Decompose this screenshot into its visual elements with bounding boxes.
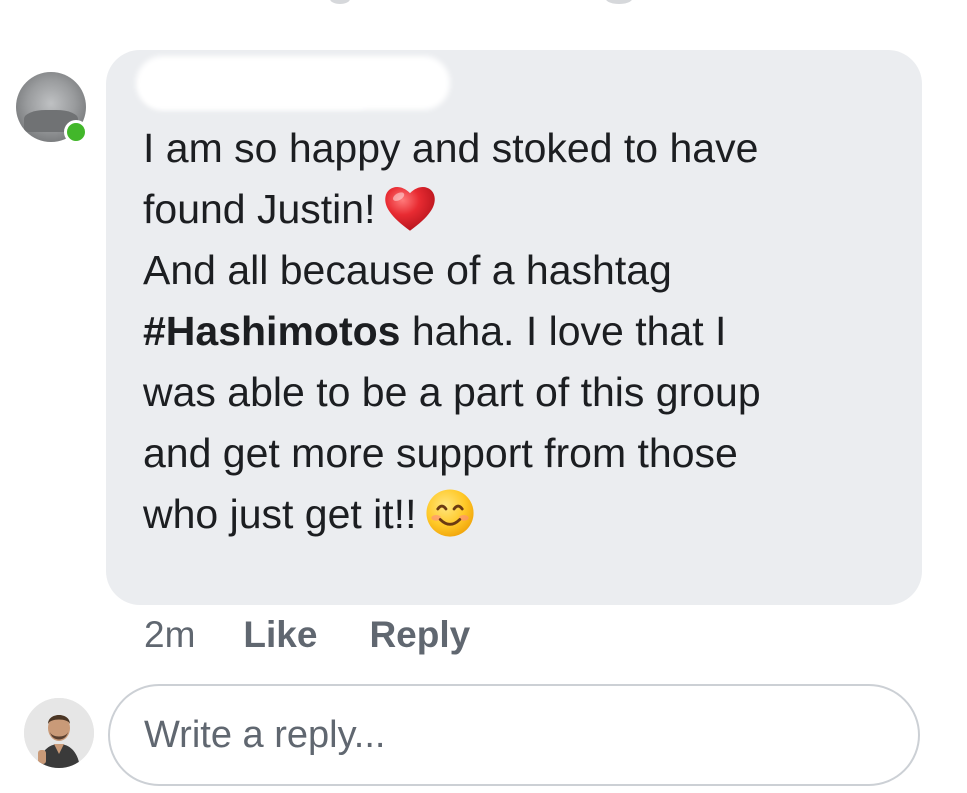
comment-line-text: and get more support from those — [143, 430, 738, 477]
comment-line: who just get it!! — [143, 484, 903, 545]
comment-line: was able to be a part of this group — [143, 362, 903, 423]
online-status-icon — [64, 120, 88, 144]
redacted-commenter-name-inner — [140, 62, 380, 108]
comment-text: I am so happy and stoked to have found J… — [143, 118, 903, 545]
comment-timestamp[interactable]: 2m — [144, 614, 195, 656]
comment-line: #Hashimotos haha. I love that I — [143, 301, 903, 362]
comment-line: And all because of a hashtag — [143, 240, 903, 301]
comment-line: found Justin! — [143, 179, 903, 240]
comment-actions: 2m Like Reply — [144, 614, 522, 656]
heart-emoji-icon — [384, 187, 435, 231]
partial-element-top-right — [606, 0, 632, 4]
comment-line-text: found Justin! — [143, 186, 376, 232]
reply-button[interactable]: Reply — [369, 614, 470, 656]
comment-line-text: And all because of a hashtag — [143, 247, 672, 294]
comment-line-text: haha. I love that I — [400, 308, 727, 355]
reply-input[interactable] — [144, 686, 884, 784]
comment-line: and get more support from those — [143, 423, 903, 484]
user-photo-icon — [24, 698, 94, 768]
comment-line: I am so happy and stoked to have — [143, 118, 903, 179]
current-user-avatar[interactable] — [24, 698, 94, 768]
comment-line-text: who just get it!! — [143, 491, 417, 538]
comment-line-text: was able to be a part of this group — [143, 369, 761, 416]
smiling-face-emoji-icon — [426, 489, 475, 537]
hashtag-link[interactable]: #Hashimotos — [143, 308, 400, 354]
comment-line-text: I am so happy and stoked to have — [143, 125, 759, 171]
partial-element-top-left — [330, 0, 350, 4]
like-button[interactable]: Like — [243, 614, 317, 656]
reply-input-container[interactable] — [108, 684, 920, 786]
